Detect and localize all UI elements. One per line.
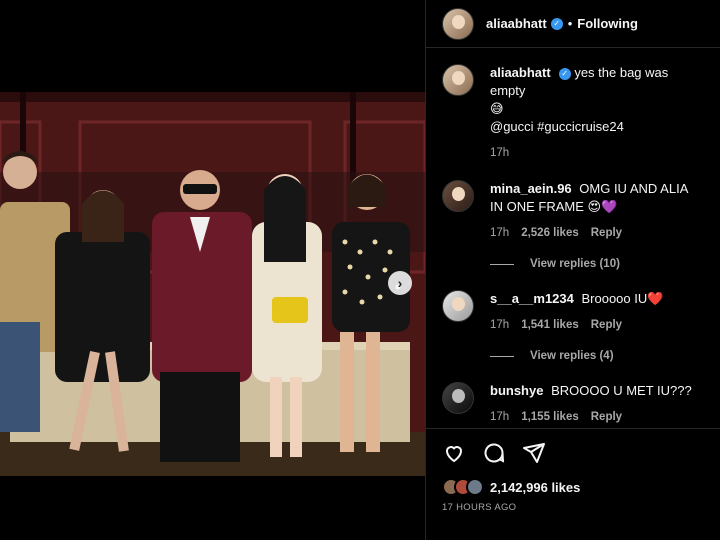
commenter-avatar[interactable] [442,382,474,414]
media-pane: › [0,0,425,540]
view-replies-label: View replies (10) [530,258,620,270]
caption-emoji: 😅 [490,101,504,116]
comment-likes[interactable]: 1,541 likes [521,316,579,334]
caption-tags[interactable]: @gucci #guccicruise24 [490,119,624,134]
author-username[interactable]: aliaabhatt [486,16,547,31]
author-avatar[interactable] [442,7,474,40]
replies-divider [490,355,514,357]
comment-username[interactable]: mina_aein.96 [490,181,572,196]
comment-time: 17h [490,411,510,423]
verified-badge-icon: ✓ [558,68,571,80]
caption-avatar[interactable] [442,64,474,96]
heart-icon[interactable] [442,441,466,470]
separator-dot: • [567,16,573,31]
following-button[interactable]: Following [577,16,638,31]
like-count[interactable]: 2,142,996 likes [490,480,580,495]
view-replies-label: View replies (4) [530,350,614,362]
comment-icon[interactable] [482,441,506,470]
commenter-avatar[interactable] [442,180,474,212]
comment-text: BROOOO U MET IU??? [551,383,692,398]
caption-username[interactable]: aliaabhatt [490,65,551,80]
share-icon[interactable] [522,441,546,470]
view-replies-button[interactable]: View replies (10) [490,258,720,270]
replies-divider [490,263,514,265]
reply-button[interactable]: Reply [591,316,622,334]
verified-badge-icon: ✓ [550,17,563,30]
caption: aliaabhatt ✓ yes the bag was empty 😅 @guc… [426,48,720,162]
comment-username[interactable]: bunshye [490,383,543,398]
comment-emoji: 😍💜 [587,199,618,214]
post-timestamp[interactable]: 17 HOURS AGO [426,496,720,513]
liker-avatar [466,478,484,496]
comment-emoji: ❤️ [647,291,664,306]
post-detail-pane: aliaabhatt ✓ • Following aliaabhatt ✓ yes… [425,0,720,540]
commenter-avatar[interactable] [442,290,474,322]
post-header: aliaabhatt ✓ • Following [426,0,720,48]
comment-item: s__a__m1234 Brooooo IU❤️ 17h 1,541 likes… [426,270,720,334]
comment-time: 17h [490,319,510,331]
post-actions: 2,142,996 likes 17 HOURS AGO [426,428,720,513]
reply-button[interactable]: Reply [591,408,622,426]
comment-item: mina_aein.96 OMG IU AND ALIA IN ONE FRAM… [426,162,720,242]
comment-time: 17h [490,227,510,239]
caption-time: 17h [490,147,510,159]
reply-button[interactable]: Reply [591,224,622,242]
comment-likes[interactable]: 2,526 likes [521,224,579,242]
liker-avatars[interactable] [442,478,484,496]
next-media-button[interactable]: › [388,271,412,295]
post-photo [0,92,425,476]
likes-row: 2,142,996 likes [426,470,720,496]
comment-text: Brooooo IU [581,291,648,306]
comment-username[interactable]: s__a__m1234 [490,291,574,306]
comment-likes[interactable]: 1,155 likes [521,408,579,426]
comment-item: bunshye BROOOO U MET IU??? 17h 1,155 lik… [426,362,720,426]
comments-list[interactable]: aliaabhatt ✓ yes the bag was empty 😅 @guc… [426,48,720,428]
view-replies-button[interactable]: View replies (4) [490,350,720,362]
